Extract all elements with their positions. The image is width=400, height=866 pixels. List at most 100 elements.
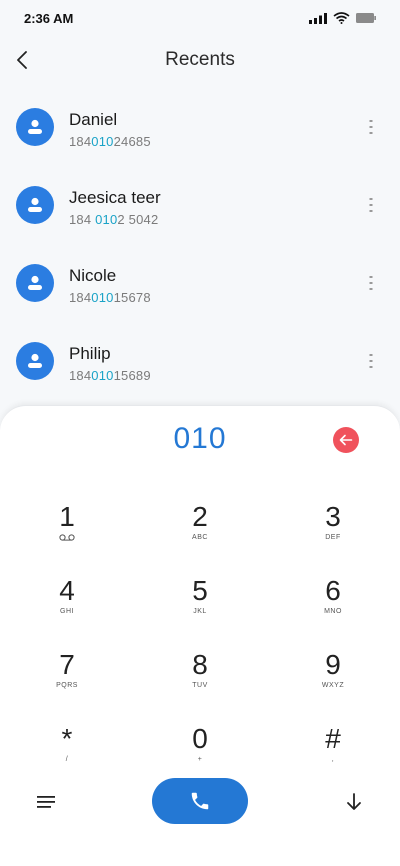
number-match: 010 xyxy=(95,212,118,227)
key-0[interactable]: 0 + xyxy=(150,724,250,784)
key-digit: 4 xyxy=(59,575,75,606)
key-digit: 6 xyxy=(325,575,341,606)
key-digit: 1 xyxy=(59,501,75,532)
more-vertical-icon xyxy=(369,276,373,290)
avatar xyxy=(16,342,54,380)
key-letters: + xyxy=(197,756,203,763)
key-letters: / xyxy=(65,756,69,763)
back-arrow-icon xyxy=(17,51,27,69)
number-suffix: 15678 xyxy=(113,290,151,305)
more-options-button[interactable] xyxy=(364,268,378,298)
key-digit: * xyxy=(61,723,73,754)
key-letters: WXYZ xyxy=(321,682,345,689)
contact-row-nicole[interactable]: Nicole 18401015678 xyxy=(0,244,400,322)
more-options-button[interactable] xyxy=(364,190,378,220)
more-vertical-icon xyxy=(369,120,373,134)
number-match: 010 xyxy=(91,134,114,149)
contact-name: Daniel xyxy=(69,110,118,129)
more-options-button[interactable] xyxy=(364,346,378,376)
page-title: Recents xyxy=(165,49,235,70)
key-5[interactable]: 5 JKL xyxy=(150,576,250,636)
key-digit: 7 xyxy=(59,649,75,680)
key-letters: MNO xyxy=(324,608,342,615)
key-letters: PQRS xyxy=(56,682,78,689)
status-icons xyxy=(309,12,376,24)
number-suffix: 2 5042 xyxy=(117,212,159,227)
back-button[interactable] xyxy=(10,46,34,74)
key-star[interactable]: * / xyxy=(17,724,117,784)
key-hash[interactable]: # , xyxy=(283,724,383,784)
status-time: 2:36 AM xyxy=(24,10,74,26)
contact-number: 18401015678 xyxy=(69,290,151,305)
menu-icon xyxy=(37,796,55,808)
key-3[interactable]: 3 DEF xyxy=(283,502,383,562)
contact-number: 18401015689 xyxy=(69,368,151,383)
contact-row-jeesica-teer[interactable]: Jeesica teer 184 0102 5042 xyxy=(0,166,400,244)
contact-number: 184 0102 5042 xyxy=(69,212,161,227)
contact-name: Jeesica teer xyxy=(69,188,161,207)
battery-icon xyxy=(356,13,376,23)
avatar xyxy=(16,186,54,224)
person-icon xyxy=(28,119,42,134)
key-digit: 0 xyxy=(192,723,208,754)
key-2[interactable]: 2 ABC xyxy=(150,502,250,562)
person-icon xyxy=(28,275,42,290)
contact-info: Philip 18401015689 xyxy=(69,344,151,383)
key-7[interactable]: 7 PQRS xyxy=(17,650,117,710)
number-prefix: 184 xyxy=(69,134,92,149)
more-vertical-icon xyxy=(369,198,373,212)
number-prefix: 184 xyxy=(69,212,96,227)
backspace-button[interactable] xyxy=(333,427,359,453)
header: Recents xyxy=(0,40,400,80)
key-letters: DEF xyxy=(325,534,341,541)
number-match: 010 xyxy=(91,290,114,305)
key-letters: ABC xyxy=(192,534,208,541)
key-9[interactable]: 9 WXYZ xyxy=(283,650,383,710)
number-suffix: 24685 xyxy=(113,134,151,149)
contact-name: Philip xyxy=(69,344,111,363)
key-1[interactable]: 1 xyxy=(17,502,117,562)
voicemail-icon xyxy=(59,534,75,541)
key-digit: 3 xyxy=(325,501,341,532)
key-sub xyxy=(17,534,117,543)
dialer-bottom-bar xyxy=(0,778,400,828)
key-digit: 8 xyxy=(192,649,208,680)
dialer-panel: 010 1 2 ABC 3 DEF 4 GHI 5 JKL 6 MNO 7 PQ… xyxy=(0,405,400,866)
key-digit: 5 xyxy=(192,575,208,606)
contact-info: Jeesica teer 184 0102 5042 xyxy=(69,188,161,227)
contact-row-philip[interactable]: Philip 18401015689 xyxy=(0,322,400,400)
key-digit: # xyxy=(325,723,341,754)
key-4[interactable]: 4 GHI xyxy=(17,576,117,636)
number-prefix: 184 xyxy=(69,368,92,383)
status-bar: 2:36 AM xyxy=(0,0,400,36)
call-button[interactable] xyxy=(152,778,248,824)
phone-icon xyxy=(191,792,209,810)
contact-info: Daniel 18401024685 xyxy=(69,110,151,149)
more-vertical-icon xyxy=(369,354,373,368)
avatar xyxy=(16,108,54,146)
collapse-keypad-button[interactable] xyxy=(342,790,366,814)
contact-row-daniel[interactable]: Daniel 18401024685 xyxy=(0,88,400,166)
backspace-arrow-icon xyxy=(339,434,353,446)
contact-name: Nicole xyxy=(69,266,117,285)
key-letters: JKL xyxy=(193,608,207,615)
more-options-button[interactable] xyxy=(364,112,378,142)
key-8[interactable]: 8 TUV xyxy=(150,650,250,710)
wifi-icon xyxy=(333,12,350,24)
person-icon xyxy=(28,353,42,368)
number-match: 010 xyxy=(91,368,114,383)
recents-list: Daniel 18401024685 Jeesica teer 184 0102… xyxy=(0,88,400,400)
number-suffix: 15689 xyxy=(113,368,151,383)
arrow-down-icon xyxy=(347,793,361,810)
key-digit: 2 xyxy=(192,501,208,532)
contact-info: Nicole 18401015678 xyxy=(69,266,151,305)
key-letters: , xyxy=(331,756,335,763)
key-digit: 9 xyxy=(325,649,341,680)
key-letters: GHI xyxy=(60,608,74,615)
menu-button[interactable] xyxy=(34,792,58,812)
avatar xyxy=(16,264,54,302)
contact-number: 18401024685 xyxy=(69,134,151,149)
number-prefix: 184 xyxy=(69,290,92,305)
key-6[interactable]: 6 MNO xyxy=(283,576,383,636)
key-letters: TUV xyxy=(192,682,208,689)
